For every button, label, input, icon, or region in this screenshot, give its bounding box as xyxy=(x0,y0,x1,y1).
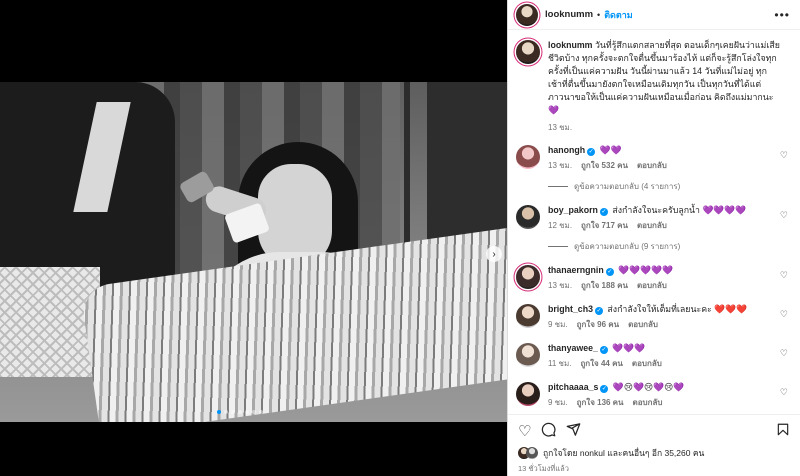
verified-icon: ✓ xyxy=(600,385,609,393)
verified-icon: ✓ xyxy=(599,208,608,216)
post-side-panel: looknumm • ติดตาม ••• looknumm วันที่รู้… xyxy=(507,0,800,476)
comments-list[interactable]: looknumm วันที่รู้สึกแตกสลายที่สุด ตอนเด… xyxy=(508,31,800,414)
separator-dot: • xyxy=(597,9,601,20)
comment-text: 💜💜💜 xyxy=(612,343,646,353)
likes-summary[interactable]: ถูกใจโดย nonkul และคนอื่นๆ อีก 35,260 คน xyxy=(518,446,790,460)
post-photo[interactable] xyxy=(0,82,507,422)
reply-button[interactable]: ตอบกลับ xyxy=(637,160,667,172)
avatar xyxy=(526,447,538,459)
verified-icon: ✓ xyxy=(594,307,603,315)
comment-likes[interactable]: ถูกใจ 44 คน xyxy=(580,358,622,370)
list-item: bright_ch3 ✓ ส่งกำลังใจให้เต็มที่เลยนะคะ … xyxy=(516,303,792,331)
comment-username[interactable]: pitchaaaa_s xyxy=(548,382,598,392)
verified-icon: ✓ xyxy=(587,148,596,156)
share-icon[interactable] xyxy=(566,422,581,441)
reply-button[interactable]: ตอบกลับ xyxy=(637,280,667,292)
caption-text: วันที่รู้สึกแตกสลายที่สุด ตอนเด็กๆเคยฝัน… xyxy=(548,40,780,115)
avatar[interactable] xyxy=(516,265,540,289)
list-item: pitchaaaa_s ✓ 💜😢💜😢💜😢💜 9 ชม. ถูกใจ 136 คน … xyxy=(516,381,792,409)
posted-time: 13 ชั่วโมงที่แล้ว xyxy=(518,464,569,473)
reply-button[interactable]: ตอบกลับ xyxy=(633,397,663,409)
comment-text: ส่งกำลังใจนะครับลูกน้ำ 💜💜💜💜 xyxy=(612,205,747,215)
comment-time: 13 ชม. xyxy=(548,281,573,290)
heart-icon[interactable]: ♡ xyxy=(780,270,788,281)
heart-icon[interactable]: ♡ xyxy=(518,423,531,440)
comment-username[interactable]: hanongh xyxy=(548,145,585,155)
view-replies-label: ดูข้อความตอบกลับ (4 รายการ) xyxy=(574,182,681,191)
avatar[interactable] xyxy=(516,145,540,169)
carousel-dot xyxy=(224,410,228,414)
comment-time: 9 ชม. xyxy=(548,320,568,329)
view-replies-button[interactable]: ดูข้อความตอบกลับ (4 รายการ) xyxy=(548,180,792,193)
post-actions: ♡ ถูกใจโดย nonkul และคนอื่นๆ อีก 35,260 … xyxy=(508,414,800,476)
comment-icon[interactable] xyxy=(541,422,556,441)
carousel-dot xyxy=(238,410,242,414)
caption-time: 13 ชม. xyxy=(548,123,573,132)
comment-text: 💜💜 xyxy=(599,145,622,155)
comment-time: 12 ชม. xyxy=(548,221,573,230)
reply-button[interactable]: ตอบกลับ xyxy=(637,220,667,232)
avatar[interactable] xyxy=(516,304,540,328)
avatar[interactable] xyxy=(516,3,538,26)
post-caption: looknumm วันที่รู้สึกแตกสลายที่สุด ตอนเด… xyxy=(516,39,792,134)
avatar[interactable] xyxy=(516,205,540,229)
follow-button[interactable]: ติดตาม xyxy=(604,8,633,22)
post-media: › xyxy=(0,0,507,476)
likes-text: ถูกใจโดย nonkul และคนอื่นๆ อีก 35,260 คน xyxy=(543,448,705,458)
avatar[interactable] xyxy=(516,343,540,367)
heart-icon[interactable]: ♡ xyxy=(780,387,788,398)
reply-button[interactable]: ตอบกลับ xyxy=(632,358,662,370)
reply-button[interactable]: ตอบกลับ xyxy=(628,319,658,331)
comment-likes[interactable]: ถูกใจ 136 คน xyxy=(577,397,624,409)
verified-icon: ✓ xyxy=(599,346,608,354)
caption-username[interactable]: looknumm xyxy=(548,40,592,50)
carousel-dot xyxy=(245,410,249,414)
comment-username[interactable]: bright_ch3 xyxy=(548,304,593,314)
comment-time: 11 ชม. xyxy=(548,359,572,368)
view-replies-label: ดูข้อความตอบกลับ (9 รายการ) xyxy=(574,242,681,251)
comment-time: 13 ชม. xyxy=(548,161,573,170)
author-username[interactable]: looknumm xyxy=(545,9,593,20)
heart-icon[interactable]: ♡ xyxy=(780,150,788,161)
heart-icon[interactable]: ♡ xyxy=(780,348,788,359)
carousel-dot xyxy=(231,410,235,414)
more-horizontal-icon[interactable]: ••• xyxy=(774,8,790,22)
comment-likes[interactable]: ถูกใจ 96 คน xyxy=(577,319,619,331)
carousel-dots xyxy=(217,410,263,414)
carousel-dot xyxy=(217,410,221,414)
comment-time: 9 ชม. xyxy=(548,398,568,407)
avatar[interactable] xyxy=(516,382,540,406)
comment-text: 💜💜💜💜💜 xyxy=(618,265,673,275)
comment-text: 💜😢💜😢💜😢💜 xyxy=(612,382,685,392)
comment-username[interactable]: thanyawee_ xyxy=(548,343,598,353)
comment-text: ส่งกำลังใจให้เต็มที่เลยนะคะ ❤️❤️❤️ xyxy=(607,304,748,314)
view-replies-button[interactable]: ดูข้อความตอบกลับ (9 รายการ) xyxy=(548,240,792,253)
carousel-dot xyxy=(259,410,263,414)
avatar[interactable] xyxy=(516,40,540,64)
heart-icon[interactable]: ♡ xyxy=(780,309,788,320)
comment-likes[interactable]: ถูกใจ 717 คน xyxy=(581,220,628,232)
comment-likes[interactable]: ถูกใจ 532 คน xyxy=(581,160,628,172)
comment-username[interactable]: thanaerngnin xyxy=(548,265,604,275)
list-item: thanyawee_ ✓ 💜💜💜 11 ชม. ถูกใจ 44 คน ตอบกล… xyxy=(516,342,792,370)
post-header: looknumm • ติดตาม ••• xyxy=(508,0,800,30)
comment-likes[interactable]: ถูกใจ 188 คน xyxy=(581,280,628,292)
chevron-right-icon[interactable]: › xyxy=(486,246,502,262)
bookmark-icon[interactable] xyxy=(776,422,790,441)
list-item: thanaerngnin ✓ 💜💜💜💜💜 13 ชม. ถูกใจ 188 คน … xyxy=(516,264,792,292)
list-item: boy_pakorn ✓ ส่งกำลังใจนะครับลูกน้ำ 💜💜💜💜 … xyxy=(516,204,792,232)
carousel-dot xyxy=(252,410,256,414)
comment-username[interactable]: boy_pakorn xyxy=(548,205,598,215)
heart-icon[interactable]: ♡ xyxy=(780,210,788,221)
verified-icon: ✓ xyxy=(605,268,614,276)
list-item: hanongh ✓ 💜💜 13 ชม. ถูกใจ 532 คน ตอบกลับ … xyxy=(516,144,792,172)
